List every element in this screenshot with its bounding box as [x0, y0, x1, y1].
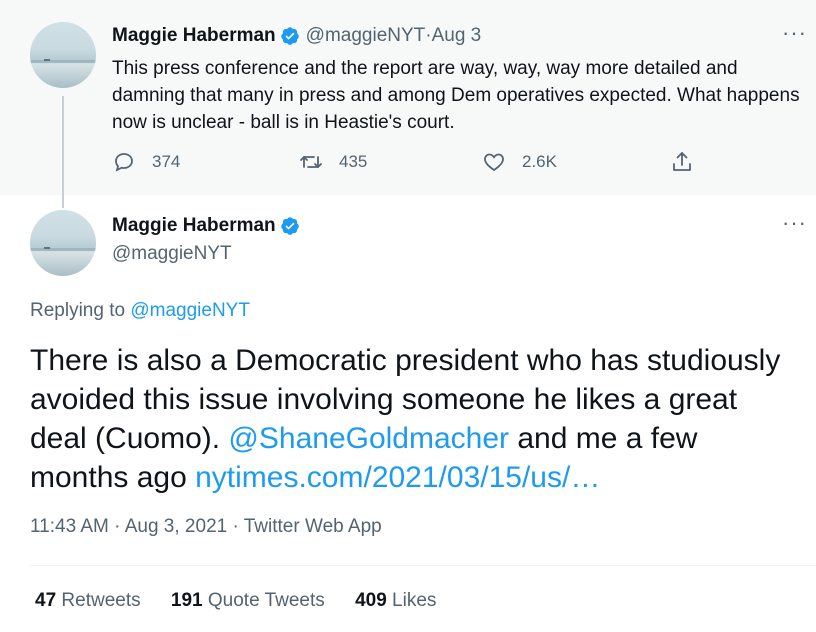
separator: ·: [227, 516, 244, 537]
retweets-label: Retweets: [56, 590, 141, 611]
retweet-count: 435: [339, 152, 368, 171]
like-icon: [484, 153, 504, 172]
tweet-date[interactable]: Aug 3, 2021: [125, 516, 227, 537]
retweet-icon: [300, 156, 322, 168]
quote-tweets-stat[interactable]: 191 Quote Tweets: [171, 590, 325, 611]
replying-to: Replying to @maggieNYT: [30, 300, 250, 322]
more-icon[interactable]: ···: [782, 212, 807, 234]
separator: ·: [108, 516, 125, 537]
action-bar: 374 435 2.6K: [112, 150, 712, 176]
tweet-stats: 47 Retweets 191 Quote Tweets 409 Likes: [35, 590, 461, 612]
likes-label: Likes: [386, 590, 437, 611]
tweet-date[interactable]: Aug 3: [432, 25, 482, 47]
avatar[interactable]: [30, 22, 96, 88]
replying-prefix: Replying to: [30, 300, 131, 321]
tweet-meta: 11:43 AM · Aug 3, 2021 · Twitter Web App: [30, 516, 382, 538]
quote-count: 191: [170, 590, 203, 611]
more-icon[interactable]: ···: [782, 22, 807, 44]
main-tweet-text: There is also a Democratic president who…: [30, 341, 800, 497]
share-button[interactable]: [670, 150, 710, 174]
parent-author-row: Maggie Haberman @maggieNYT · Aug 3: [112, 25, 481, 47]
reply-icon: [115, 153, 133, 172]
quote-label: Quote Tweets: [202, 590, 325, 611]
tweet-time[interactable]: 11:43 AM: [30, 516, 109, 537]
likes-stat[interactable]: 409 Likes: [355, 590, 436, 611]
reply-count: 374: [152, 152, 181, 171]
author-handle[interactable]: @maggieNYT: [306, 25, 426, 47]
thread-line: [62, 96, 64, 208]
share-icon: [673, 152, 691, 171]
author-name[interactable]: Maggie Haberman: [112, 25, 276, 47]
avatar[interactable]: [30, 210, 96, 276]
tweet-source[interactable]: Twitter Web App: [244, 516, 382, 537]
retweet-button[interactable]: 435: [299, 150, 367, 174]
divider: [30, 565, 816, 566]
url-link[interactable]: nytimes.com/2021/03/15/us/…: [195, 461, 600, 494]
verified-badge-icon: [280, 216, 300, 236]
likes-count: 409: [355, 590, 387, 611]
like-button[interactable]: 2.6K: [482, 150, 557, 174]
author-name[interactable]: Maggie Haberman: [112, 215, 276, 237]
reply-button[interactable]: 374: [112, 150, 180, 174]
like-count: 2.6K: [522, 152, 557, 171]
verified-badge-icon: [280, 26, 300, 46]
parent-tweet-text: This press conference and the report are…: [112, 58, 800, 133]
retweets-count: 47: [35, 590, 57, 611]
retweets-stat[interactable]: 47 Retweets: [35, 590, 141, 611]
mention-link[interactable]: @ShaneGoldmacher: [228, 422, 509, 455]
replying-handle-link[interactable]: @maggieNYT: [130, 300, 250, 321]
author-handle[interactable]: @maggieNYT: [112, 243, 232, 265]
main-author-row: Maggie Haberman: [112, 215, 300, 237]
